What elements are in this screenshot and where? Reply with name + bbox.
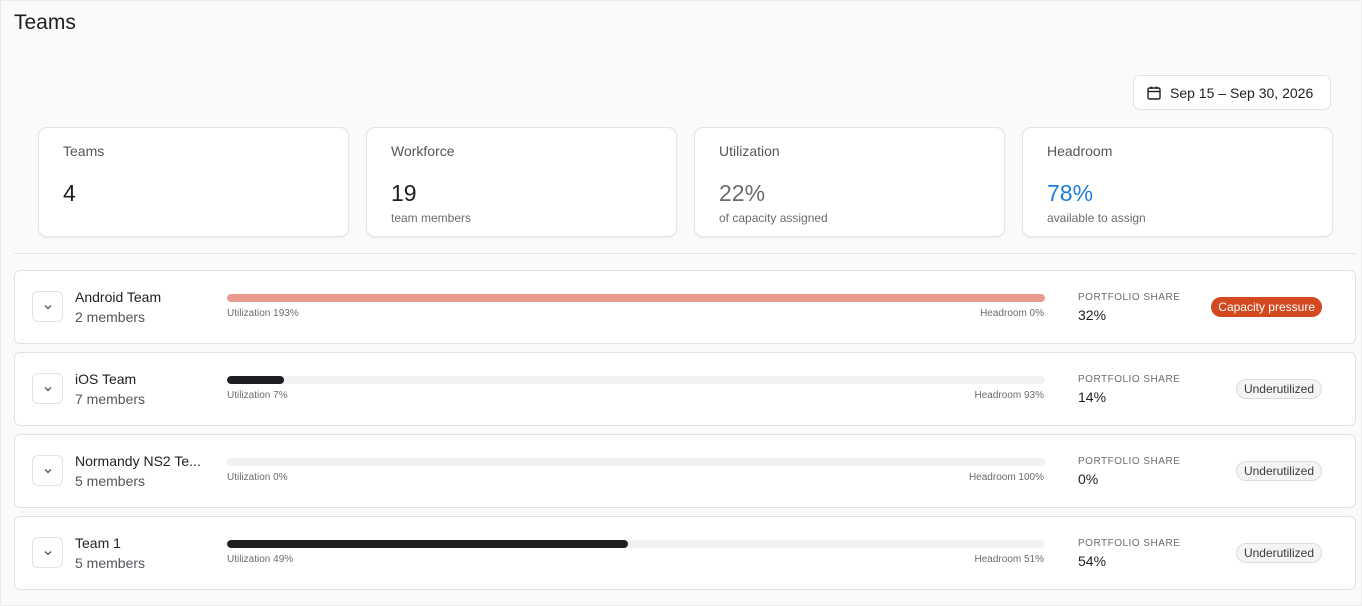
team-row: Android Team 2 members Utilization 193% …	[14, 270, 1356, 344]
utilization-bar-fill	[227, 540, 628, 548]
status-badge: Underutilized	[1235, 461, 1322, 481]
stats-row: Teams 4 Workforce 19 team members Utiliz…	[38, 127, 1333, 237]
stat-label: Headroom	[1047, 143, 1113, 159]
expand-button[interactable]	[32, 373, 63, 404]
headroom-label: Headroom 93%	[974, 390, 1044, 401]
stat-card-teams: Teams 4	[38, 127, 349, 237]
date-range-label: Sep 15 – Sep 30, 2026	[1170, 84, 1314, 101]
portfolio-share-value: 32%	[1078, 307, 1107, 323]
team-members-count: 7 members	[75, 391, 146, 407]
team-name[interactable]: Android Team	[75, 289, 215, 305]
status-badge: Underutilized	[1235, 543, 1322, 563]
stat-card-headroom: Headroom 78% available to assign	[1022, 127, 1333, 237]
headroom-label: Headroom 0%	[980, 308, 1044, 319]
portfolio-share-value: 14%	[1078, 389, 1107, 405]
chevron-down-icon	[44, 468, 51, 473]
date-range-button[interactable]: Sep 15 – Sep 30, 2026	[1133, 75, 1331, 110]
team-members-count: 5 members	[75, 555, 146, 571]
stat-label: Utilization	[719, 143, 780, 159]
utilization-label: Utilization 7%	[227, 390, 288, 401]
chevron-down-icon	[44, 304, 51, 309]
stat-card-utilization: Utilization 22% of capacity assigned	[694, 127, 1005, 237]
stat-value: 22%	[719, 180, 766, 206]
utilization-bar	[227, 376, 1045, 384]
expand-button[interactable]	[32, 455, 63, 486]
expand-button[interactable]	[32, 291, 63, 322]
team-members-count: 2 members	[75, 309, 146, 325]
team-list: Android Team 2 members Utilization 193% …	[14, 270, 1356, 598]
team-name[interactable]: Team 1	[75, 535, 215, 551]
expand-button[interactable]	[32, 537, 63, 568]
portfolio-share-title: PORTFOLIO SHARE	[1078, 538, 1181, 549]
team-members-count: 5 members	[75, 473, 146, 489]
utilization-bar	[227, 458, 1045, 466]
portfolio-share-value: 54%	[1078, 553, 1107, 569]
headroom-label: Headroom 100%	[968, 472, 1044, 483]
utilization-label: Utilization 0%	[227, 472, 288, 483]
portfolio-share-title: PORTFOLIO SHARE	[1078, 456, 1181, 467]
team-name[interactable]: Normandy NS2 Te...	[75, 453, 215, 469]
team-row: Team 1 5 members Utilization 49% Headroo…	[14, 516, 1356, 590]
status-badge: Capacity pressure	[1211, 297, 1322, 317]
stat-card-workforce: Workforce 19 team members	[366, 127, 677, 237]
page-title: Teams	[14, 11, 76, 34]
stat-label: Teams	[63, 143, 105, 159]
utilization-bar	[227, 540, 1045, 548]
section-divider	[14, 253, 1356, 254]
stat-value: 78%	[1047, 180, 1094, 206]
utilization-label: Utilization 193%	[227, 308, 299, 319]
team-name[interactable]: iOS Team	[75, 371, 215, 387]
headroom-label: Headroom 51%	[974, 554, 1044, 565]
stat-sub: team members	[391, 211, 472, 225]
utilization-bar-fill	[227, 294, 1045, 302]
chevron-down-icon	[44, 550, 51, 555]
status-badge: Underutilized	[1235, 379, 1322, 399]
chevron-down-icon	[44, 386, 51, 391]
stat-value: 4	[63, 180, 76, 206]
stat-sub: of capacity assigned	[719, 211, 828, 225]
portfolio-share-title: PORTFOLIO SHARE	[1078, 292, 1181, 303]
stat-label: Workforce	[391, 143, 455, 159]
team-row: Normandy NS2 Te... 5 members Utilization…	[14, 434, 1356, 508]
portfolio-share-title: PORTFOLIO SHARE	[1078, 374, 1181, 385]
utilization-bar-fill	[227, 376, 285, 384]
portfolio-share-value: 0%	[1078, 471, 1099, 487]
utilization-bar	[227, 294, 1045, 302]
utilization-label: Utilization 49%	[227, 554, 294, 565]
calendar-icon	[1147, 86, 1161, 100]
stat-value: 19	[391, 180, 417, 206]
team-row: iOS Team 7 members Utilization 7% Headro…	[14, 352, 1356, 426]
stat-sub: available to assign	[1047, 211, 1146, 225]
